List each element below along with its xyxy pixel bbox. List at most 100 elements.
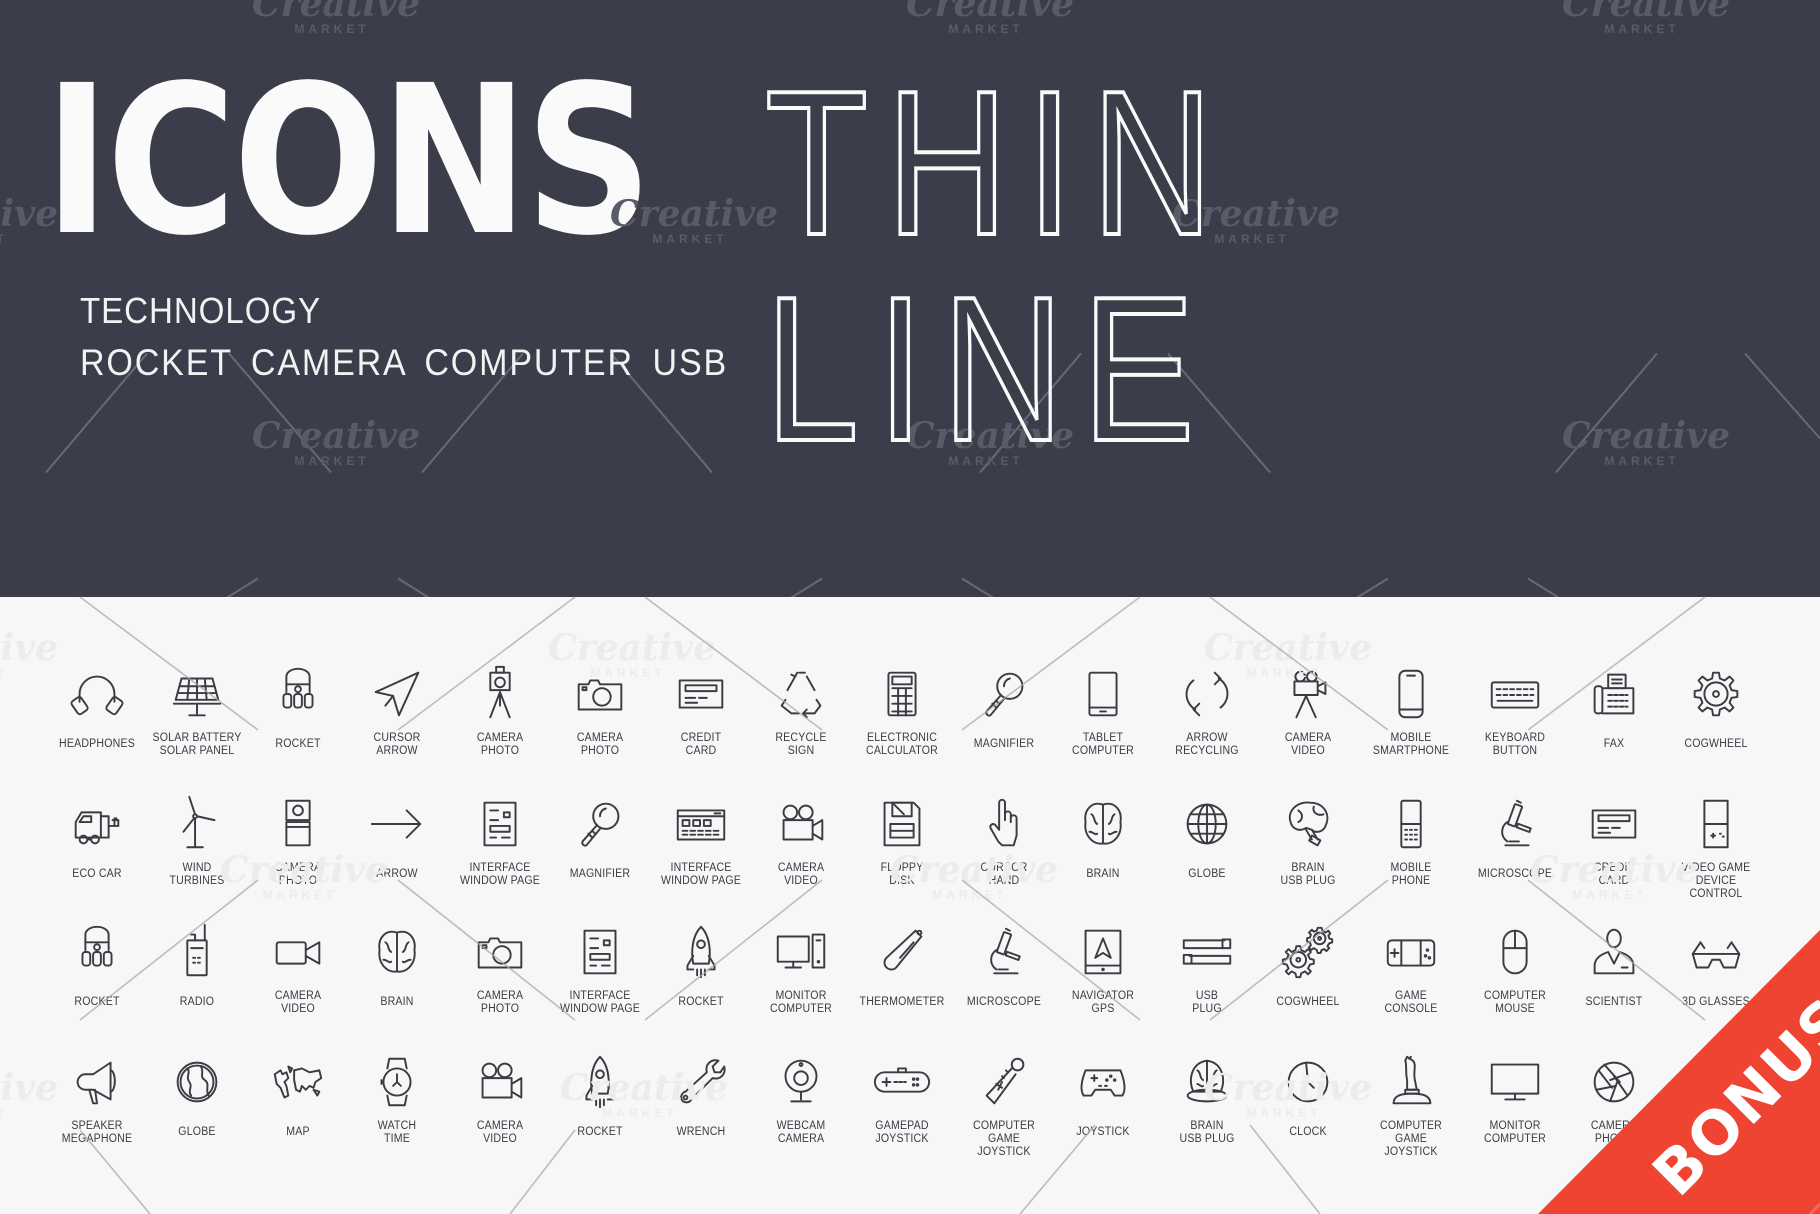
icon-tile[interactable]: WRENCH — [649, 1051, 753, 1139]
icon-tile[interactable]: COMPUTER MOUSE — [1463, 921, 1567, 1016]
icon-tile[interactable]: VIDEO GAME DEVICE CONTROL — [1664, 793, 1768, 901]
icon-tile[interactable]: GAMEPAD JOYSTICK — [850, 1051, 954, 1146]
megaphone-icon — [45, 1051, 149, 1113]
icon-tile[interactable]: ROCKET — [548, 1051, 652, 1139]
icon-tile[interactable]: BRAIN USB PLUG — [1155, 1051, 1259, 1146]
globe-earth-icon — [145, 1051, 249, 1113]
instant-camera-icon — [246, 793, 350, 855]
icon-tile[interactable]: CAMERA PHOTO — [448, 921, 552, 1016]
wristwatch-icon — [345, 1051, 449, 1113]
icon-tile[interactable]: RECYCLE SIGN — [749, 663, 853, 758]
icon-label: SCIENTIST — [1585, 996, 1643, 1008]
icon-tile[interactable]: COMPUTER GAME JOYSTICK — [952, 1051, 1056, 1159]
icon-tile[interactable]: GLOBE — [1155, 793, 1259, 881]
video-camera-icon — [246, 921, 350, 983]
cursor-hand-icon — [952, 793, 1056, 855]
icon-tile[interactable]: INTERFACE WINDOW PAGE — [649, 793, 753, 888]
icon-tile[interactable]: ARROW RECYCLING — [1155, 663, 1259, 758]
icon-tile[interactable]: THERMOMETER — [850, 921, 954, 1009]
icon-tile[interactable]: BRAIN USB PLUG — [1256, 793, 1360, 888]
icon-label: CURSOR ARROW — [373, 732, 421, 757]
webcam-icon — [749, 1051, 853, 1113]
icon-tile[interactable]: GAME CONSOLE — [1359, 921, 1463, 1016]
icon-tile[interactable]: SPEAKER MEGAPHONE — [45, 1051, 149, 1146]
icon-tile[interactable]: CAMERA PHOTO — [448, 663, 552, 758]
icon-tile[interactable]: MAGNIFIER — [952, 663, 1056, 751]
icon-tile[interactable]: INTERFACE WINDOW PAGE — [448, 793, 552, 888]
subtitle-category: TECHNOLOGY — [80, 290, 322, 331]
icon-tile[interactable]: CURSOR ARROW — [345, 663, 449, 758]
icon-tile[interactable]: INTERFACE WINDOW PAGE — [548, 921, 652, 1016]
icon-tile[interactable]: SCIENTIST — [1562, 921, 1666, 1009]
icon-tile[interactable]: FLOPPY DISK — [850, 793, 954, 888]
fax-icon — [1562, 663, 1666, 725]
icon-tile[interactable]: CAMERA VIDEO — [448, 1051, 552, 1146]
icon-tile[interactable]: ECO CAR — [45, 793, 149, 881]
icon-tile[interactable]: USB PLUG — [1155, 921, 1259, 1016]
rocket-icon — [246, 663, 350, 725]
icon-tile[interactable]: HEADPHONES — [45, 663, 149, 751]
icon-tile[interactable]: JOYSTICK — [1051, 1051, 1155, 1139]
icon-tile[interactable]: WEBCAM CAMERA — [749, 1051, 853, 1146]
icon-tile[interactable]: COMPUTER GAME JOYSTICK — [1359, 1051, 1463, 1159]
icon-label: MAGNIFIER — [569, 868, 631, 880]
icon-tile[interactable]: ARROW — [345, 793, 449, 881]
icon-tile[interactable]: MAP — [246, 1051, 350, 1139]
icon-tile[interactable]: ELECTRONIC CALCULATOR — [850, 663, 954, 758]
icon-tile[interactable]: SOLAR BATTERY SOLAR PANEL — [145, 663, 249, 758]
icon-tile[interactable]: TABLET COMPUTER — [1051, 663, 1155, 758]
icon-tile[interactable]: MOBILE SMARTPHONE — [1359, 663, 1463, 758]
icon-tile[interactable]: COGWHEEL — [1664, 663, 1768, 751]
icon-tile[interactable]: CAMERA PHOTO — [548, 663, 652, 758]
icon-tile[interactable]: RADIO — [145, 921, 249, 1009]
icon-grid: HEADPHONES SOLAR BATTERY SOLAR PANEL ROCKE… — [0, 597, 1820, 1214]
gps-navigator-icon — [1051, 921, 1155, 983]
icon-tile[interactable]: FAX — [1562, 663, 1666, 751]
icon-tile[interactable]: ROCKET — [649, 921, 753, 1009]
icon-tile[interactable]: MICROSCOPE — [1463, 793, 1567, 881]
rocket-icon — [45, 921, 149, 983]
wrench-icon — [649, 1051, 753, 1113]
rocket-ship-icon — [548, 1051, 652, 1113]
icon-tile[interactable]: BRAIN — [1051, 793, 1155, 881]
icon-tile[interactable]: COGWHEEL — [1256, 921, 1360, 1009]
icon-tile[interactable]: CAMERA VIDEO — [749, 793, 853, 888]
icon-tile[interactable]: ROCKET — [45, 921, 149, 1009]
icon-tile[interactable]: MONITOR COMPUTER — [1463, 1051, 1567, 1146]
icon-tile[interactable]: CAMERA VIDEO — [1256, 663, 1360, 758]
icon-tile[interactable]: NAVIGATOR GPS — [1051, 921, 1155, 1016]
icon-tile[interactable]: WIND TURBINES — [145, 793, 249, 888]
camera-video-tripod-icon — [1256, 663, 1360, 725]
icon-label: CREDIT CARD — [680, 732, 722, 757]
hero-banner: Creative MARKET Creative MARKET Creative MA… — [0, 0, 1820, 597]
title-thin-line: THIN LINE — [763, 48, 1232, 484]
credit-card-icon — [1562, 793, 1666, 855]
icon-tile[interactable]: CAMERA PHOTO — [1562, 1051, 1666, 1146]
icon-tile[interactable]: CAMERA PHOTO — [246, 793, 350, 888]
icon-tile[interactable]: CREDIT CARD — [649, 663, 753, 758]
icon-tile[interactable]: MICROSCOPE — [952, 921, 1056, 1009]
icon-tile[interactable]: 3D GLASSES — [1664, 921, 1768, 1009]
icon-label: JOYSTICK — [1076, 1126, 1130, 1138]
icon-tile[interactable]: CURSOR HAND — [952, 793, 1056, 888]
icon-tile[interactable]: MONITOR COMPUTER — [749, 921, 853, 1016]
icon-tile[interactable]: GLOBE — [145, 1051, 249, 1139]
icon-label: CAMERA VIDEO — [1284, 732, 1332, 757]
icon-tile[interactable]: WATCH TIME — [345, 1051, 449, 1146]
handheld-game-icon — [1664, 793, 1768, 855]
icon-label: GAME CONSOLE — [1384, 990, 1438, 1015]
icon-tile[interactable]: BRAIN — [345, 921, 449, 1009]
icon-tile[interactable]: KEYBOARD BUTTON — [1463, 663, 1567, 758]
icon-tile[interactable]: MAGNIFIER — [548, 793, 652, 881]
icon-tile[interactable]: MOBILE PHONE — [1359, 793, 1463, 888]
icon-tile[interactable]: CREDIT CARD — [1562, 793, 1666, 888]
icon-label: ROCKET — [74, 996, 120, 1008]
icon-label: COGWHEEL — [1684, 738, 1748, 750]
title-icons: ICONS — [44, 41, 653, 281]
icon-tile[interactable]: CLOCK — [1256, 1051, 1360, 1139]
motion-controller-icon — [952, 1051, 1056, 1113]
icon-tile[interactable]: ROCKET — [246, 663, 350, 751]
icon-tile[interactable]: CAMERA VIDEO — [246, 921, 350, 1016]
watermark: CreativeMARKET — [252, 0, 420, 36]
movie-camera-icon — [448, 1051, 552, 1113]
